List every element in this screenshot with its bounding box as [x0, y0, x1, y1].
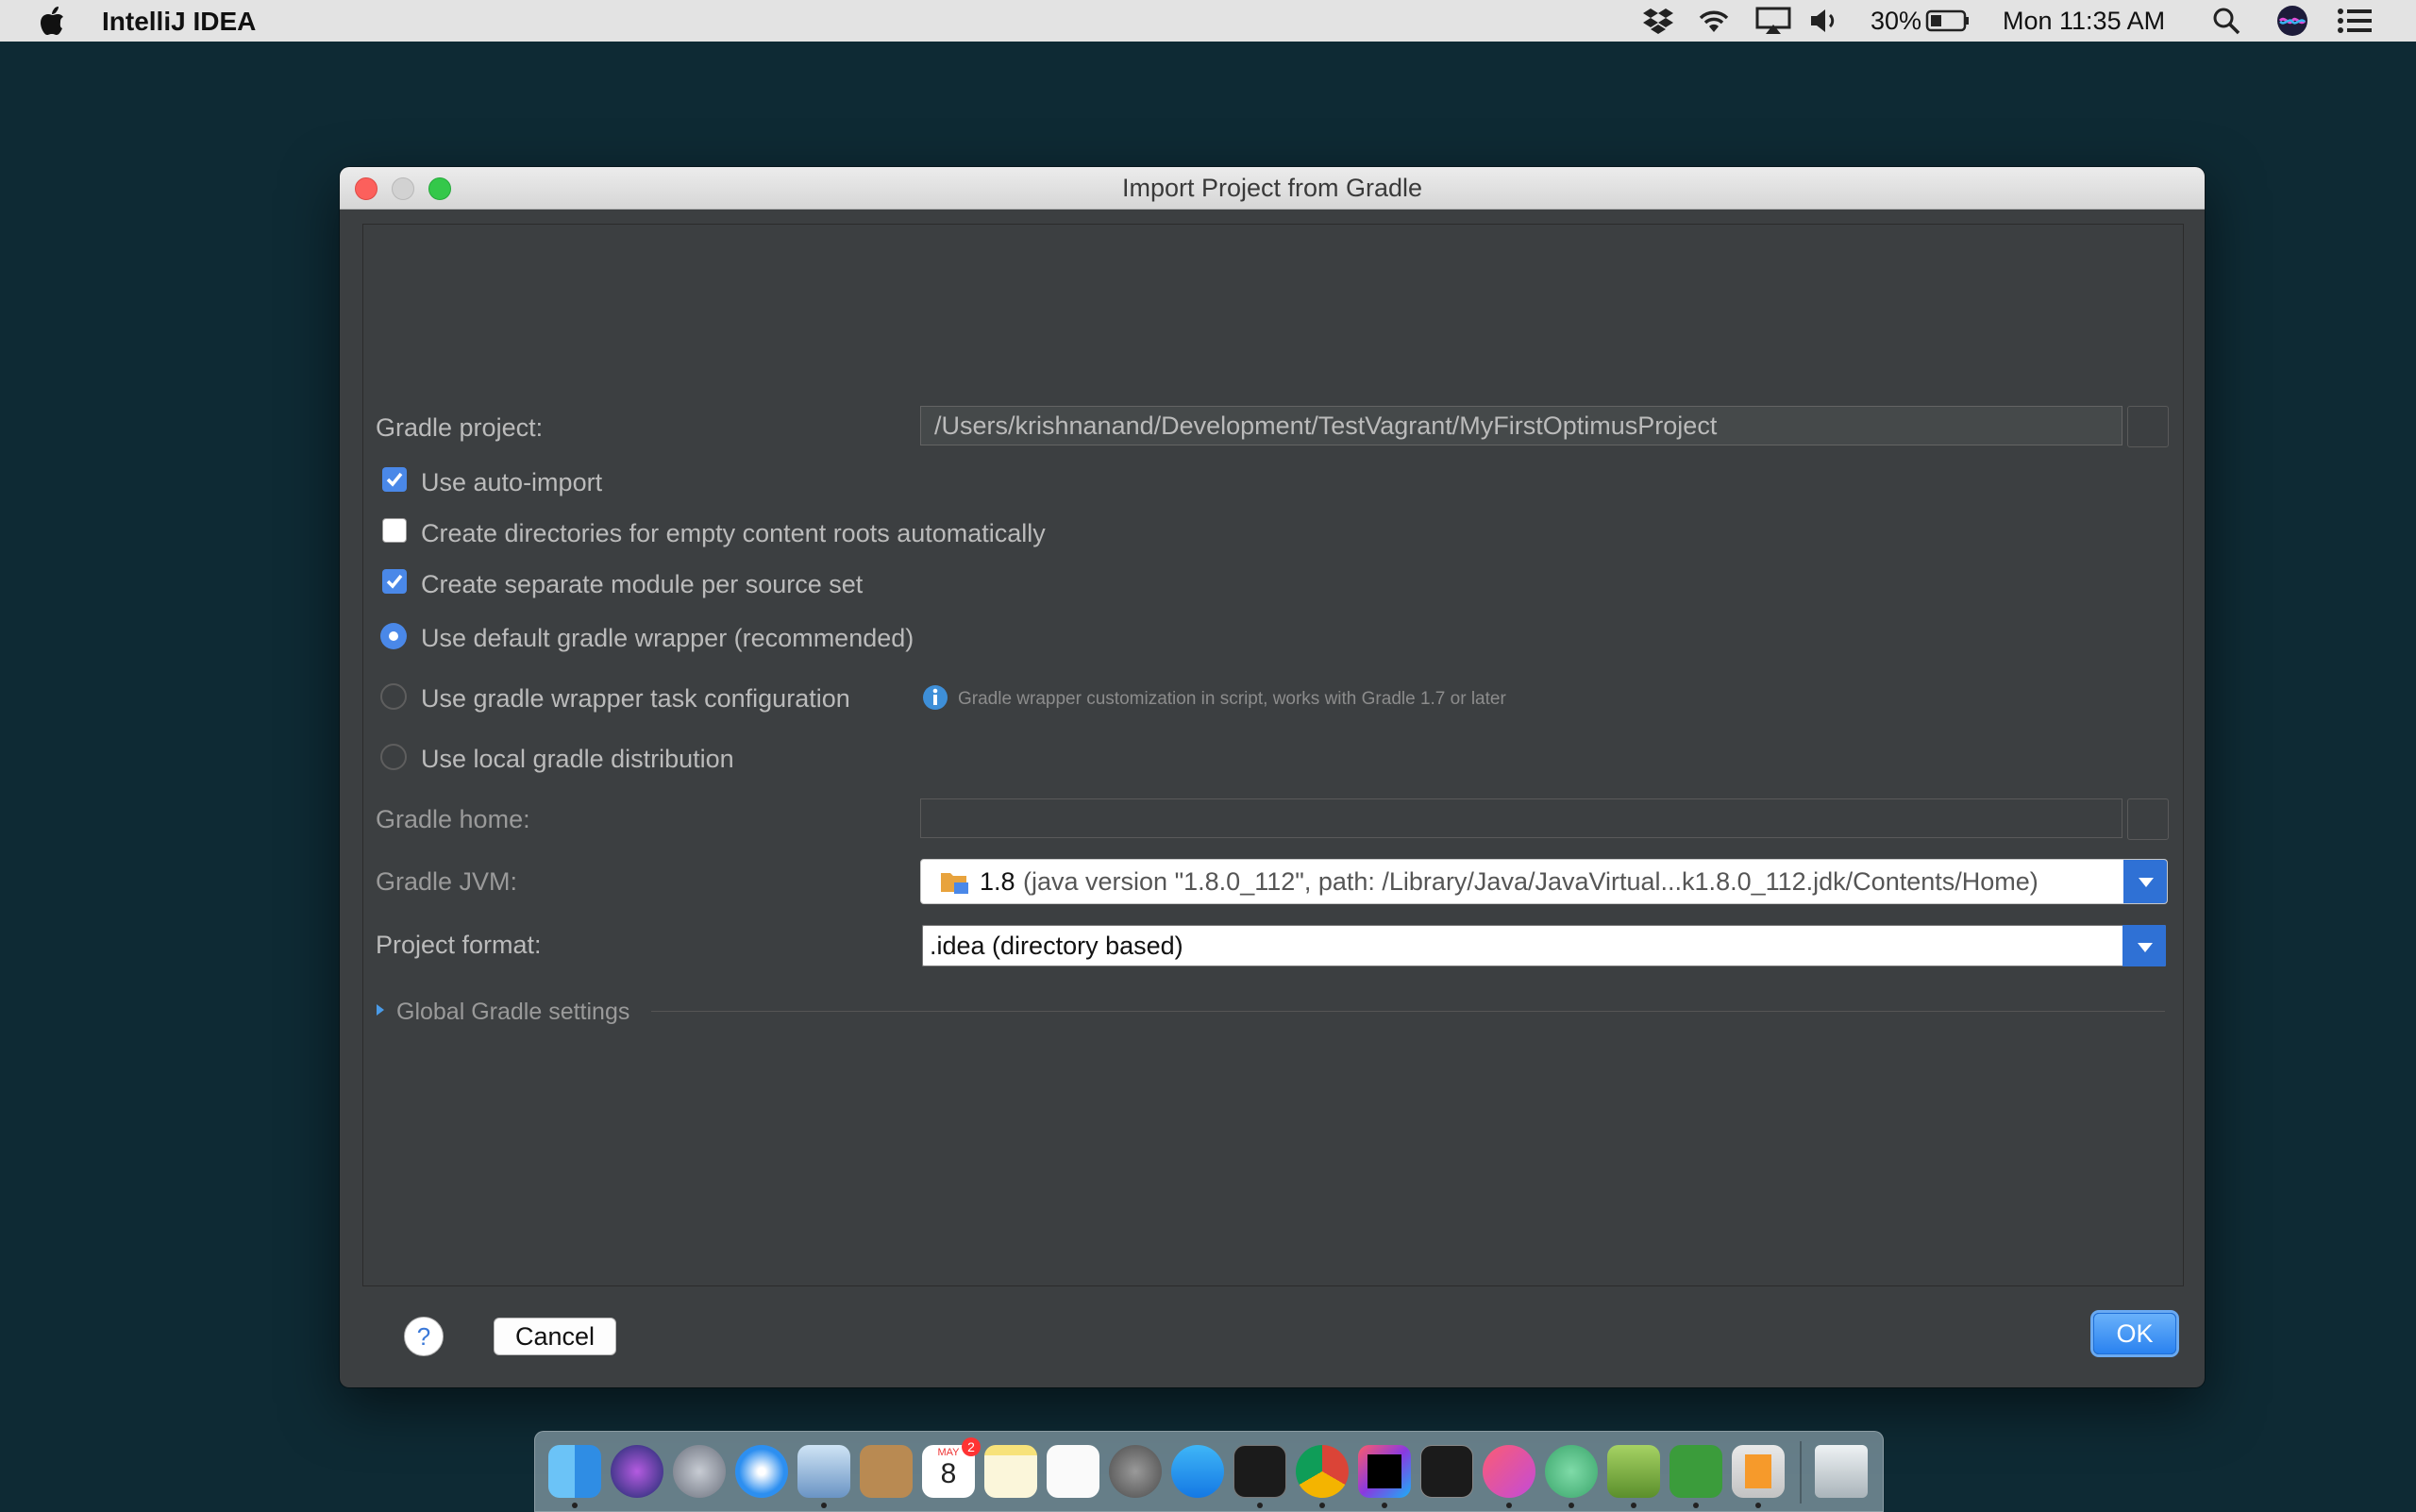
dock-separator: [1800, 1441, 1802, 1504]
sublime-icon[interactable]: [1732, 1445, 1785, 1498]
gradle-project-path-field[interactable]: /Users/krishnanand/Development/TestVagra…: [920, 406, 2122, 445]
battery-percent: 30%: [1871, 6, 1922, 35]
section-divider: [651, 1011, 2165, 1012]
running-indicator: [1506, 1503, 1512, 1508]
gradle-project-browse-button[interactable]: [2127, 406, 2169, 447]
running-indicator: [572, 1503, 578, 1508]
gradle-home-browse-button[interactable]: [2127, 798, 2169, 840]
finder-icon[interactable]: [548, 1445, 601, 1498]
info-icon: [923, 685, 948, 710]
task-config-label[interactable]: Use gradle wrapper task configuration: [421, 684, 850, 714]
create-directories-label[interactable]: Create directories for empty content roo…: [421, 519, 1046, 548]
project-format-dropdown[interactable]: .idea (directory based): [920, 923, 2168, 968]
menu-clock[interactable]: Mon 11:35 AM: [2003, 0, 2165, 42]
gradle-home-field[interactable]: [920, 798, 2122, 838]
intellij-icon[interactable]: [1358, 1445, 1411, 1498]
app-store-icon[interactable]: [1171, 1445, 1224, 1498]
spotlight-icon[interactable]: [2212, 0, 2240, 42]
dialog-titlebar[interactable]: Import Project from Gradle: [340, 167, 2205, 210]
running-indicator: [1755, 1503, 1761, 1508]
chevron-down-icon[interactable]: [2123, 860, 2167, 903]
jdk-folder-icon: [941, 873, 968, 894]
project-format-value: .idea (directory based): [930, 932, 1183, 960]
cancel-button[interactable]: Cancel: [494, 1318, 616, 1355]
terminal-icon[interactable]: [1233, 1445, 1286, 1498]
volume-icon[interactable]: [1808, 0, 1840, 42]
gradle-project-label: Gradle project:: [376, 413, 544, 442]
activity-monitor-icon[interactable]: [1420, 1445, 1473, 1498]
notes-icon[interactable]: [984, 1445, 1037, 1498]
contacts-icon[interactable]: [860, 1445, 913, 1498]
running-indicator: [821, 1503, 827, 1508]
project-format-label: Project format:: [376, 931, 542, 959]
task-config-info-text: Gradle wrapper customization in script, …: [958, 689, 1506, 709]
default-wrapper-radio[interactable]: [380, 623, 407, 649]
running-indicator: [1631, 1503, 1636, 1508]
android-studio-icon[interactable]: [1607, 1445, 1660, 1498]
gradle-jvm-version: 1.8: [980, 867, 1015, 896]
system-preferences-icon[interactable]: [1109, 1445, 1162, 1498]
running-indicator: [1319, 1503, 1325, 1508]
gradle-jvm-dropdown[interactable]: 1.8 (java version "1.8.0_112", path: /Li…: [920, 859, 2168, 904]
itunes-icon[interactable]: [1483, 1445, 1535, 1498]
wifi-icon[interactable]: [1695, 0, 1733, 42]
calendar-day: 8: [940, 1458, 957, 1489]
checkmark-icon: [386, 574, 403, 589]
chevron-down-icon[interactable]: [2122, 925, 2166, 966]
dock: MAY 8 2: [534, 1431, 1884, 1512]
apple-icon[interactable]: [38, 4, 70, 38]
launchpad-icon[interactable]: [673, 1445, 726, 1498]
vim-icon[interactable]: [1669, 1445, 1722, 1498]
help-button[interactable]: ?: [404, 1317, 444, 1356]
checkmark-icon: [386, 472, 403, 487]
separate-module-checkbox[interactable]: [382, 569, 407, 594]
chrome-icon[interactable]: [1296, 1445, 1349, 1498]
gradle-jvm-label: Gradle JVM:: [376, 867, 518, 896]
menu-bar: IntelliJ IDEA 30% Mon 11:35 AM: [0, 0, 2416, 42]
create-directories-checkbox[interactable]: [382, 518, 407, 543]
app-menu-name[interactable]: IntelliJ IDEA: [102, 7, 256, 37]
running-indicator: [1257, 1503, 1263, 1508]
import-gradle-dialog: Import Project from Gradle Gradle projec…: [340, 167, 2205, 1387]
dropbox-icon[interactable]: [1642, 0, 1674, 42]
safari-icon[interactable]: [735, 1445, 788, 1498]
atom-icon[interactable]: [1545, 1445, 1598, 1498]
local-distribution-radio[interactable]: [380, 744, 407, 770]
use-auto-import-checkbox[interactable]: [382, 467, 407, 492]
gradle-jvm-detail: (java version "1.8.0_112", path: /Librar…: [1023, 867, 2038, 896]
siri-icon[interactable]: [611, 1445, 663, 1498]
default-wrapper-label[interactable]: Use default gradle wrapper (recommended): [421, 624, 914, 653]
dialog-content: Gradle project: /Users/krishnanand/Devel…: [362, 224, 2184, 1286]
trash-icon[interactable]: [1815, 1445, 1868, 1498]
calendar-icon[interactable]: MAY 8 2: [922, 1437, 981, 1498]
calendar-badge: 2: [962, 1437, 981, 1456]
notification-center-icon[interactable]: [2337, 0, 2373, 42]
separate-module-label[interactable]: Create separate module per source set: [421, 570, 863, 599]
local-distribution-label[interactable]: Use local gradle distribution: [421, 745, 734, 774]
global-gradle-settings-toggle[interactable]: Global Gradle settings: [396, 999, 629, 1026]
running-indicator: [1382, 1503, 1387, 1508]
airplay-icon[interactable]: [1755, 0, 1791, 42]
expand-triangle-icon[interactable]: [375, 1002, 386, 1017]
task-config-radio[interactable]: [380, 683, 407, 710]
mail-icon[interactable]: [797, 1445, 850, 1498]
battery-icon[interactable]: [1925, 0, 1971, 42]
use-auto-import-label[interactable]: Use auto-import: [421, 468, 602, 497]
siri-icon[interactable]: [2276, 0, 2308, 42]
gradle-home-label: Gradle home:: [376, 805, 530, 833]
running-indicator: [1569, 1503, 1574, 1508]
running-indicator: [1693, 1503, 1699, 1508]
ok-button[interactable]: OK: [2093, 1313, 2176, 1354]
dialog-title: Import Project from Gradle: [1121, 174, 1423, 202]
reminders-icon[interactable]: [1047, 1445, 1099, 1498]
